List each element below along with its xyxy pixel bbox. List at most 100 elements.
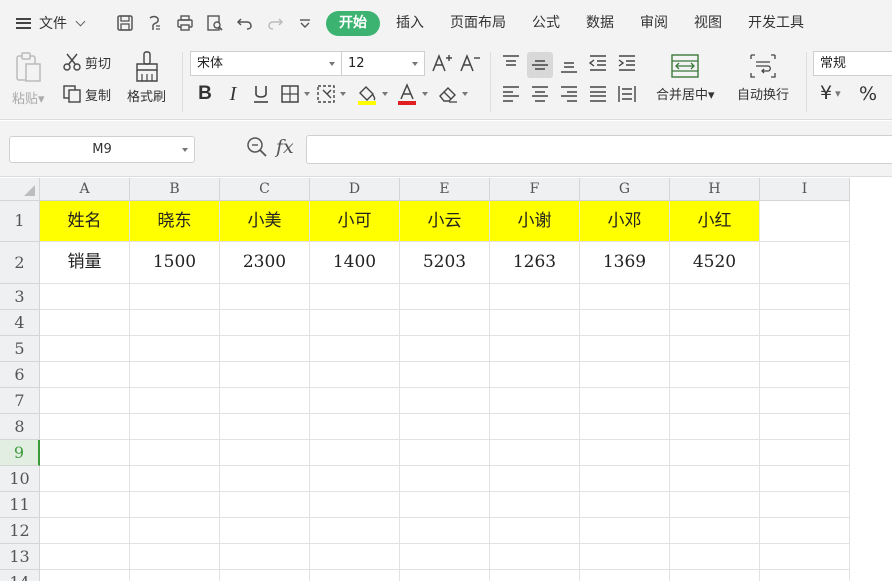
cell-e12[interactable] [400,518,490,544]
cut-button[interactable]: 剪切 [62,52,111,72]
save-icon[interactable] [114,12,136,34]
cell-h12[interactable] [670,518,760,544]
row-header-11[interactable]: 11 [0,492,40,518]
row-header-10[interactable]: 10 [0,466,40,492]
wrap-text-button[interactable]: 自动换行 [737,52,789,103]
cell-b7[interactable] [130,388,220,414]
cell-d7[interactable] [310,388,400,414]
cell-f3[interactable] [490,284,580,310]
cell-i13[interactable] [760,544,850,570]
row-header-6[interactable]: 6 [0,362,40,388]
cell-c7[interactable] [220,388,310,414]
cell-c8[interactable] [220,414,310,440]
tab-data[interactable]: 数据 [576,11,624,36]
cell-a13[interactable] [40,544,130,570]
cell-d13[interactable] [310,544,400,570]
print-icon[interactable] [174,12,196,34]
cell-b8[interactable] [130,414,220,440]
row-header-4[interactable]: 4 [0,310,40,336]
cell-a14[interactable] [40,570,130,581]
cell-a7[interactable] [40,388,130,414]
tab-home[interactable]: 开始 [326,11,380,36]
cell-h8[interactable] [670,414,760,440]
row-header-7[interactable]: 7 [0,388,40,414]
cell-d6[interactable] [310,362,400,388]
tab-page-layout[interactable]: 页面布局 [440,11,516,36]
cell-h11[interactable] [670,492,760,518]
chevron-down-icon[interactable] [382,92,388,96]
undo-icon[interactable] [234,12,256,34]
tab-formulas[interactable]: 公式 [522,11,570,36]
cell-b5[interactable] [130,336,220,362]
formula-input[interactable] [306,135,892,164]
chevron-down-icon[interactable] [462,92,468,96]
chevron-down-icon[interactable] [340,92,346,96]
column-header-a[interactable]: A [40,178,130,201]
increase-indent-button[interactable] [616,52,638,74]
cell-c2[interactable]: 2300 [220,242,310,284]
percent-format-button[interactable]: % [859,83,877,105]
cell-a9[interactable] [40,440,130,466]
font-color-button[interactable] [396,83,418,105]
cell-e7[interactable] [400,388,490,414]
column-header-f[interactable]: F [490,178,580,201]
zoom-icon[interactable] [246,136,268,158]
decrease-font-button[interactable] [459,52,481,74]
insert-function-button[interactable]: fx [276,136,294,158]
merge-center-button[interactable]: 合并居中▾ [656,52,715,103]
cell-b14[interactable] [130,570,220,581]
cell-d4[interactable] [310,310,400,336]
cell-g5[interactable] [580,336,670,362]
cell-i14[interactable] [760,570,850,581]
cell-g8[interactable] [580,414,670,440]
cell-g7[interactable] [580,388,670,414]
cell-c5[interactable] [220,336,310,362]
cell-c3[interactable] [220,284,310,310]
cell-a10[interactable] [40,466,130,492]
cell-f5[interactable] [490,336,580,362]
align-left-button[interactable] [500,83,522,105]
cell-i2[interactable] [760,242,850,284]
cell-e2[interactable]: 5203 [400,242,490,284]
cell-d2[interactable]: 1400 [310,242,400,284]
cell-c10[interactable] [220,466,310,492]
cell-g4[interactable] [580,310,670,336]
cell-c13[interactable] [220,544,310,570]
chevron-down-icon[interactable] [304,92,310,96]
cell-c1[interactable]: 小美 [220,201,310,242]
cell-i12[interactable] [760,518,850,544]
select-all-corner[interactable] [0,178,40,201]
cell-g1[interactable]: 小邓 [580,201,670,242]
copy-button[interactable]: 复制 [62,84,111,104]
distributed-align-button[interactable] [616,83,638,105]
justify-button[interactable] [587,83,609,105]
cell-e14[interactable] [400,570,490,581]
tab-view[interactable]: 视图 [684,11,732,36]
cell-i1[interactable] [760,201,850,242]
cell-f11[interactable] [490,492,580,518]
column-header-i[interactable]: I [760,178,850,201]
italic-button[interactable]: I [222,83,244,105]
chevron-down-icon[interactable] [422,92,428,96]
cell-d11[interactable] [310,492,400,518]
increase-font-button[interactable] [431,52,453,74]
redo-icon[interactable] [264,12,286,34]
row-header-9[interactable]: 9 [0,440,40,466]
border-button[interactable] [279,83,301,105]
cell-i9[interactable] [760,440,850,466]
cell-e3[interactable] [400,284,490,310]
row-header-1[interactable]: 1 [0,201,40,242]
cell-e4[interactable] [400,310,490,336]
cell-g10[interactable] [580,466,670,492]
cell-d8[interactable] [310,414,400,440]
cell-a3[interactable] [40,284,130,310]
cell-h2[interactable]: 4520 [670,242,760,284]
cell-a11[interactable] [40,492,130,518]
cell-c14[interactable] [220,570,310,581]
cell-i3[interactable] [760,284,850,310]
decrease-indent-button[interactable] [587,52,609,74]
cell-d3[interactable] [310,284,400,310]
align-middle-button[interactable] [527,52,553,78]
cell-e11[interactable] [400,492,490,518]
cell-i8[interactable] [760,414,850,440]
